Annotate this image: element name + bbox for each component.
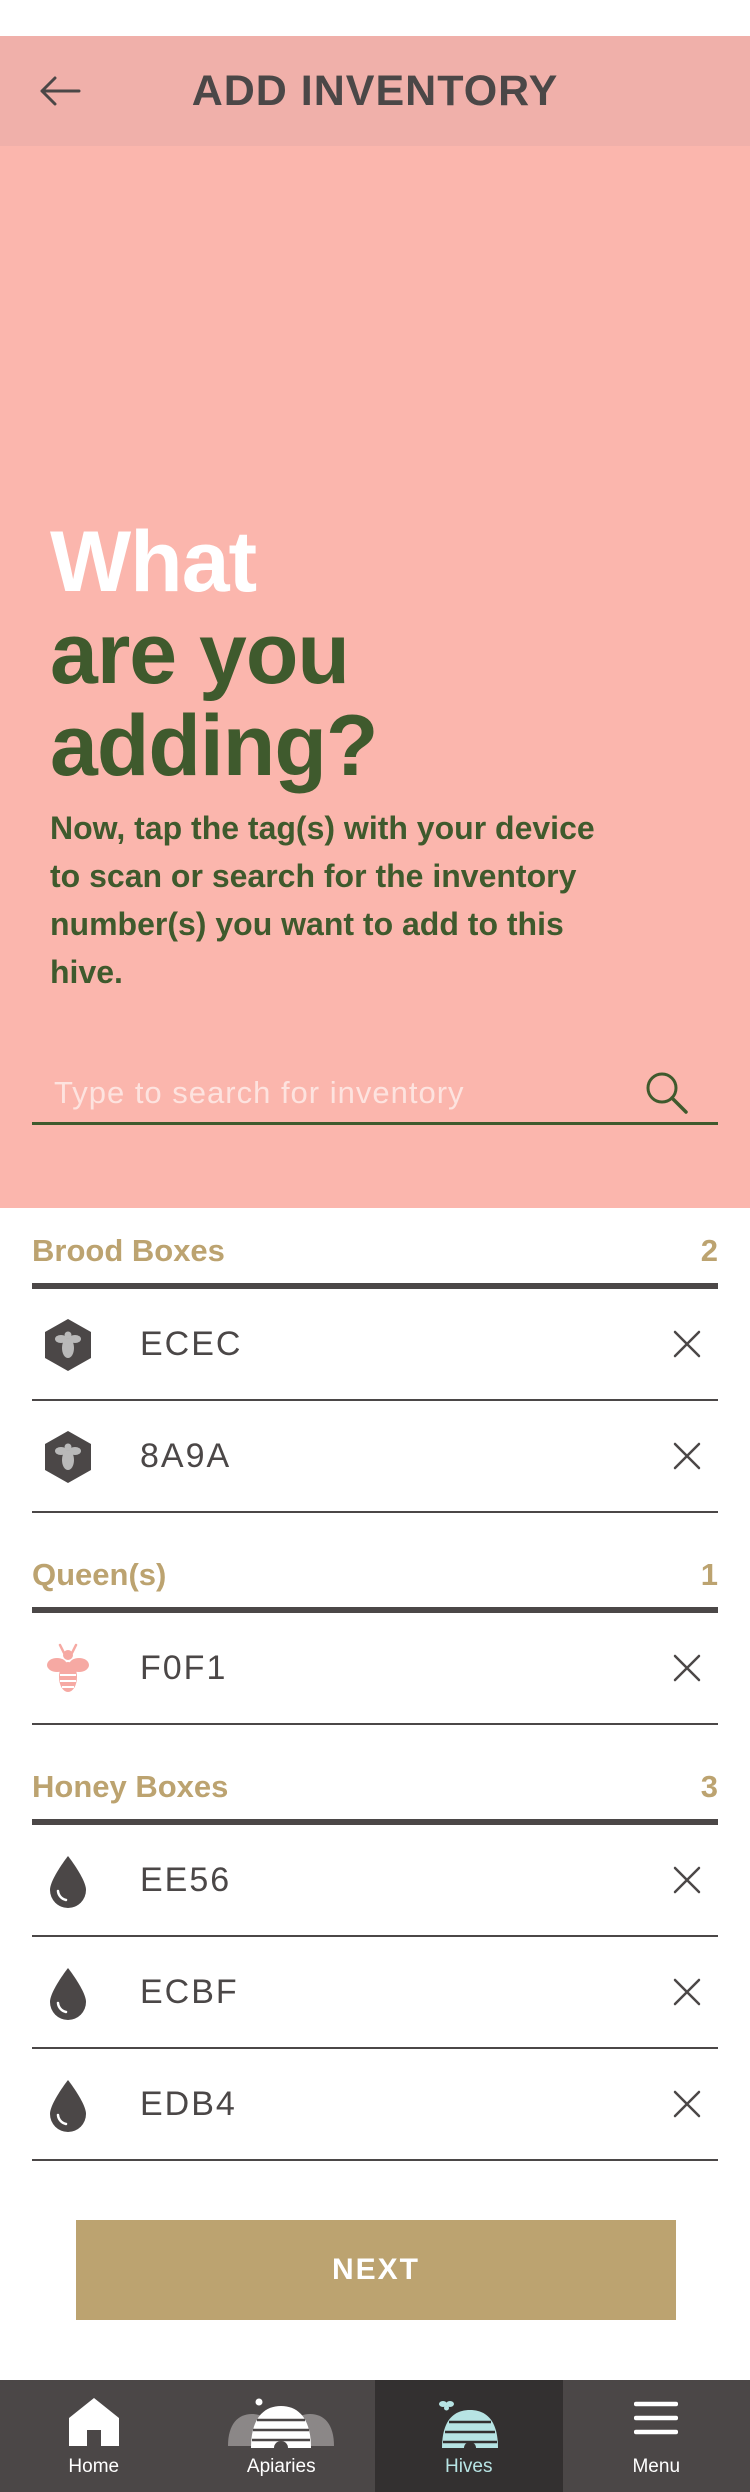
nav-label: Home (68, 2456, 120, 2477)
hive-icon (438, 2401, 498, 2448)
remove-item-button[interactable] (662, 2079, 712, 2129)
inventory-code: ECBF (140, 1973, 239, 2011)
nav-item-hives[interactable]: Hives (375, 2380, 563, 2492)
section-header-honey-boxes: Honey Boxes 3 (32, 1749, 718, 1825)
page-title: ADD INVENTORY (191, 66, 559, 115)
inventory-row: F0F1 (32, 1613, 718, 1725)
bottom-navigation: Home Apiaries Hives Menu (0, 2380, 750, 2492)
inventory-row: ECBF (32, 1937, 718, 2049)
status-bar-area (0, 0, 750, 36)
hero-section: What are you adding? Now, tap the tag(s)… (0, 146, 750, 1208)
section-title: Honey Boxes (32, 1769, 229, 1804)
honey-drop-icon (50, 2080, 86, 2132)
bee-hexagon-icon (45, 1319, 91, 1371)
inventory-code: F0F1 (140, 1649, 228, 1687)
menu-icon (634, 2401, 679, 2435)
nav-label: Apiaries (246, 2456, 316, 2477)
search-icon (646, 1072, 688, 1114)
section-count: 2 (700, 1233, 718, 1268)
remove-item-button[interactable] (662, 1855, 712, 1905)
honey-drop-icon (50, 1856, 86, 1908)
remove-item-button[interactable] (662, 1967, 712, 2017)
search-bar (32, 1066, 718, 1125)
arrow-left-icon (40, 76, 81, 106)
remove-item-button[interactable] (662, 1319, 712, 1369)
inventory-row: EDB4 (32, 2049, 718, 2161)
close-icon (673, 1442, 701, 1470)
close-icon (673, 1866, 701, 1894)
next-button[interactable]: NEXT (76, 2220, 676, 2320)
honey-drop-icon (50, 1968, 86, 2020)
nav-item-home[interactable]: Home (0, 2380, 188, 2492)
inventory-row: 8A9A (32, 1401, 718, 1513)
nav-label: Hives (444, 2456, 493, 2477)
queen-bee-icon (47, 1643, 89, 1692)
bee-hexagon-icon (45, 1431, 91, 1483)
back-button[interactable] (38, 64, 82, 118)
section-header-queens: Queen(s) 1 (32, 1537, 718, 1613)
inventory-code: ECEC (140, 1325, 243, 1363)
close-icon (673, 1654, 701, 1682)
section-title: Queen(s) (32, 1557, 167, 1592)
close-icon (673, 2090, 701, 2118)
home-icon (68, 2398, 119, 2446)
close-icon (673, 1330, 701, 1358)
nav-item-menu[interactable]: Menu (563, 2380, 750, 2492)
nav-label: Menu (632, 2456, 681, 2477)
search-input[interactable] (52, 1066, 616, 1120)
section-count: 3 (700, 1769, 718, 1804)
hero-heading-what: What (50, 514, 257, 610)
inventory-code: EDB4 (140, 2085, 237, 2123)
apiaries-icon (228, 2398, 335, 2448)
remove-item-button[interactable] (662, 1431, 712, 1481)
section-count: 1 (700, 1557, 718, 1592)
search-button[interactable] (644, 1070, 692, 1118)
close-icon (673, 1978, 701, 2006)
inventory-row: EE56 (32, 1825, 718, 1937)
hero-instructions: Now, tap the tag(s) with your device to … (50, 810, 595, 990)
inventory-code: 8A9A (140, 1437, 232, 1475)
nav-item-apiaries[interactable]: Apiaries (188, 2380, 376, 2492)
app-bar: ADD INVENTORY (0, 36, 750, 146)
section-header-brood-boxes: Brood Boxes 2 (32, 1213, 718, 1289)
inventory-row: ECEC (32, 1289, 718, 1401)
section-title: Brood Boxes (32, 1233, 225, 1268)
inventory-code: EE56 (140, 1861, 232, 1899)
remove-item-button[interactable] (662, 1643, 712, 1693)
hero-heading-adding: are you adding? (50, 606, 378, 794)
